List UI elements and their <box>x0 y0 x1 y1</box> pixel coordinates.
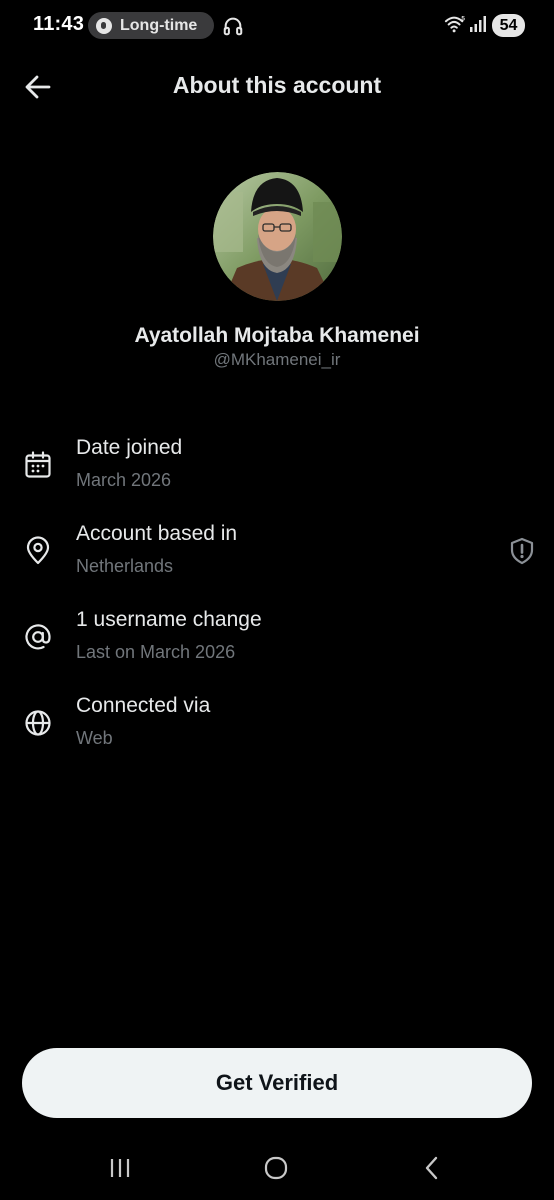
cell-signal-icon <box>470 16 486 32</box>
shield-alert-icon[interactable] <box>507 536 537 566</box>
row-date-joined: Date joined March 2026 <box>0 436 554 506</box>
globe-icon <box>25 710 51 736</box>
row-connected-via: Connected via Web <box>0 694 554 764</box>
row-title: Date joined <box>76 436 183 459</box>
row-subtitle: March 2026 <box>76 470 172 490</box>
recent-apps-icon[interactable] <box>100 1150 140 1186</box>
row-account-based-in: Account based in Netherlands <box>0 522 554 592</box>
system-navigation-bar <box>0 1140 554 1196</box>
row-subtitle: Netherlands <box>76 556 174 576</box>
display-name: Ayatollah Mojtaba Khamenei <box>134 324 420 347</box>
row-title: 1 username change <box>76 608 262 631</box>
get-verified-button[interactable]: Get Verified <box>22 1048 532 1118</box>
headphones-icon <box>223 17 243 36</box>
battery-indicator: 54 <box>492 14 525 37</box>
row-username-changes: 1 username change Last on March 2026 <box>0 608 554 678</box>
page-title: About this account <box>172 72 382 98</box>
activity-pill-label: Long-time <box>120 16 198 34</box>
row-title: Connected via <box>76 694 211 717</box>
avatar[interactable] <box>213 172 342 301</box>
row-subtitle: Last on March 2026 <box>76 642 236 662</box>
status-time: 11:43 <box>33 13 85 35</box>
back-nav-icon[interactable] <box>412 1150 452 1186</box>
home-icon[interactable] <box>256 1150 296 1186</box>
wifi-icon: 5 <box>444 15 465 33</box>
status-bar: 11:43 Long-time 5 54 <box>0 0 554 52</box>
activity-icon <box>96 17 112 34</box>
row-title: Account based in <box>76 522 238 545</box>
location-pin-icon <box>26 536 50 565</box>
svg-text:5: 5 <box>461 15 465 22</box>
ongoing-activity-pill[interactable]: Long-time <box>88 12 214 39</box>
calendar-icon <box>25 451 51 478</box>
row-subtitle: Web <box>76 728 113 748</box>
username-handle: @MKhamenei_ir <box>213 350 341 369</box>
at-sign-icon <box>25 624 51 650</box>
